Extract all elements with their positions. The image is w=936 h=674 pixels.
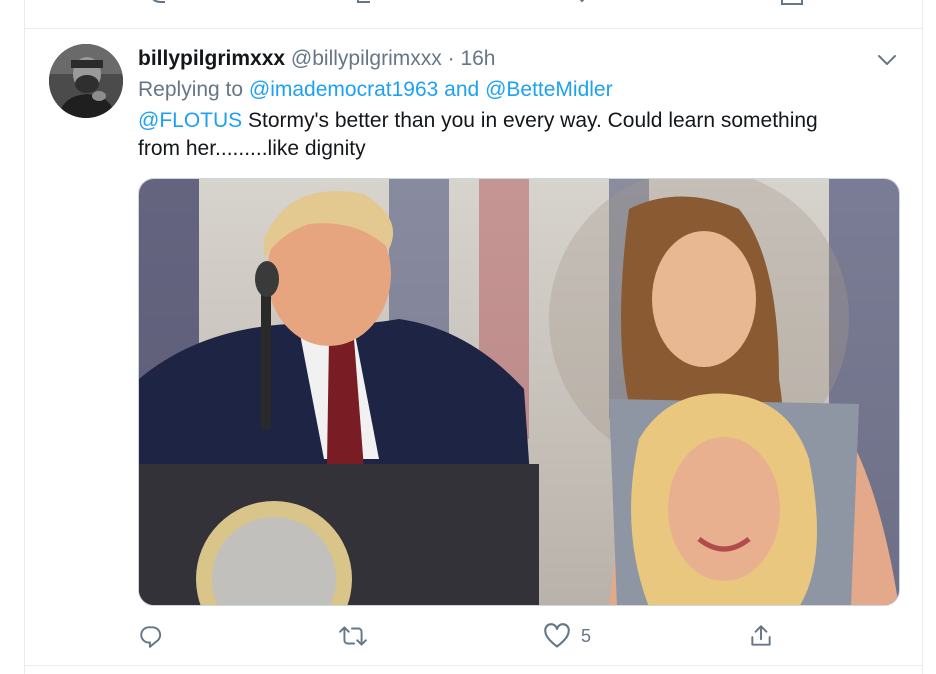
reply-button[interactable] [138,620,164,652]
avatar[interactable] [49,44,123,118]
retweet-button[interactable] [338,620,368,652]
like-button[interactable]: 5 [543,620,591,652]
tweet-actions: 5 [138,620,788,652]
tweet[interactable]: billypilgrimxxx @billypilgrimxxx · 16h R… [25,30,922,666]
tweet-text: @FLOTUS Stormy's better than you in ever… [138,107,838,163]
replying-prefix: Replying to [138,78,244,101]
more-options-button[interactable] [873,46,901,74]
share-icon [751,625,771,646]
user-handle[interactable]: @billypilgrimxxx [291,47,442,70]
reply-icon[interactable] [147,0,171,6]
text-mention[interactable]: @FLOTUS [138,109,242,132]
retweet-icon [339,626,367,646]
previous-tweet-actions [25,0,922,29]
heart-icon[interactable] [570,0,594,6]
page-gutter [0,0,24,674]
like-count: 5 [581,625,592,646]
display-name[interactable]: billypilgrimxxx [138,47,285,70]
tweet-media-image[interactable] [138,178,900,606]
share-button[interactable] [748,620,774,652]
photo-collage [139,179,899,605]
retweet-icon[interactable] [355,0,379,6]
chevron-down-icon [878,55,896,65]
reply-mention-1[interactable]: @imademocrat1963 [249,78,438,101]
replying-to: Replying to @imademocrat1963 and @BetteM… [138,77,613,103]
separator: · [447,47,455,70]
heart-icon [544,623,570,648]
reply-and: and [444,78,480,101]
share-icon[interactable] [780,0,804,6]
timeline: billypilgrimxxx @billypilgrimxxx · 16h R… [24,0,923,674]
reply-icon [140,626,162,648]
tweet-header: billypilgrimxxx @billypilgrimxxx · 16h [138,46,495,72]
timestamp[interactable]: 16h [460,47,495,70]
reply-mention-2[interactable]: @BetteMidler [485,78,613,101]
